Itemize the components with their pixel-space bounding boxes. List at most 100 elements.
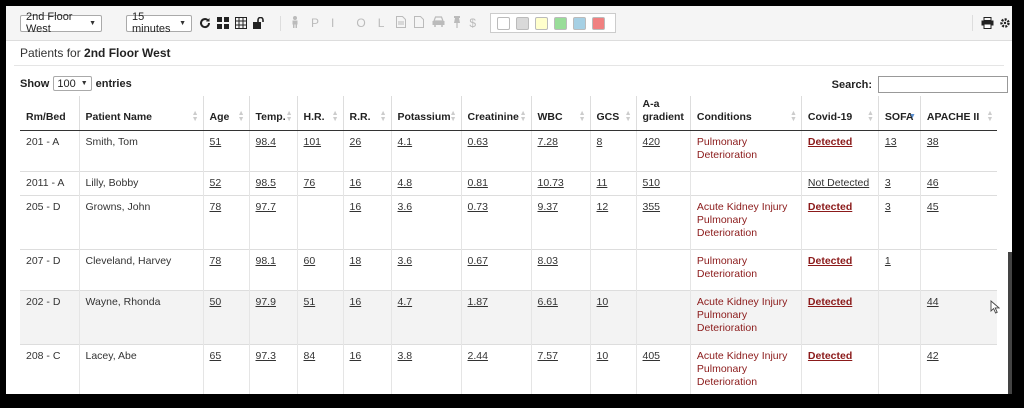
temp-cell[interactable]: 97.9 (248, 290, 297, 345)
column-header[interactable]: H.R. ▲ ▼ (296, 96, 343, 131)
wbc-cell[interactable]: 9.37 (530, 195, 590, 250)
hr-cell[interactable]: 60 (296, 249, 343, 291)
column-header[interactable]: GCS ▲ ▼ (589, 96, 636, 131)
age-cell[interactable]: 52 (202, 171, 249, 196)
hr-cell[interactable]: 51 (296, 290, 343, 345)
column-header[interactable]: Covid-19 ▲ ▼ (800, 96, 879, 131)
hr-cell[interactable]: 76 (296, 171, 343, 196)
table-row[interactable]: 207 - D Cleveland, Harvey 78 98.1 60 18 … (20, 249, 998, 291)
potassium-cell[interactable]: 3.6 (390, 195, 461, 250)
wbc-cell[interactable]: 7.28 (530, 130, 590, 172)
gcs-cell[interactable] (589, 249, 636, 291)
rr-cell[interactable]: 16 (342, 171, 391, 196)
filter-letter-o[interactable]: O (356, 16, 365, 30)
column-header[interactable]: R.R. ▲ ▼ (342, 96, 391, 131)
covid-cell[interactable]: Detected (800, 290, 879, 345)
patient-name-cell[interactable]: Cleveland, Harvey (78, 249, 203, 291)
patient-name-cell[interactable]: Lilly, Bobby (78, 171, 203, 196)
refresh-icon[interactable] (198, 15, 212, 31)
unit-select[interactable]: 2nd Floor West ▼ (20, 11, 102, 35)
sofa-cell[interactable]: 3 (877, 195, 921, 250)
covid-cell[interactable]: Detected (800, 249, 879, 291)
covid-cell[interactable]: Not Detected (800, 171, 879, 196)
unlock-icon[interactable] (252, 15, 266, 31)
dollar-icon[interactable]: $ (469, 16, 476, 30)
covid-cell[interactable]: Detected (800, 195, 879, 250)
column-header[interactable]: Temp. ▲ ▼ (248, 96, 297, 131)
column-header[interactable]: Conditions ▲ ▼ (689, 96, 802, 131)
table-icon[interactable] (234, 15, 248, 31)
color-swatch-white[interactable] (497, 16, 511, 30)
potassium-cell[interactable]: 4.7 (390, 290, 461, 345)
potassium-cell[interactable]: 4.1 (390, 130, 461, 172)
apache-cell[interactable]: 46 (919, 171, 998, 196)
potassium-cell[interactable]: 3.8 (390, 344, 461, 394)
grid-icon[interactable] (216, 15, 230, 31)
patient-name-cell[interactable]: Lacey, Abe (78, 344, 203, 394)
blank-document-icon[interactable] (414, 15, 425, 31)
filter-letter-i[interactable]: I (331, 16, 334, 30)
sofa-cell[interactable]: 1 (877, 249, 921, 291)
covid-cell[interactable]: Detected (800, 130, 879, 172)
column-header[interactable]: WBC ▲ ▼ (530, 96, 590, 131)
table-row[interactable]: 205 - D Growns, John 78 97.7 16 3.6 0.73… (20, 195, 998, 250)
gcs-cell[interactable]: 12 (589, 195, 636, 250)
creatinine-cell[interactable]: 2.44 (460, 344, 531, 394)
age-cell[interactable]: 50 (202, 290, 249, 345)
apache-cell[interactable]: 44 (919, 290, 998, 345)
table-row[interactable]: 2011 - A Lilly, Bobby 52 98.5 76 16 4.8 … (20, 171, 998, 196)
print-icon[interactable] (972, 15, 994, 31)
aa-gradient-cell[interactable] (635, 249, 691, 291)
color-swatch-green[interactable] (554, 16, 568, 30)
pin-icon[interactable] (453, 15, 461, 31)
aa-gradient-cell[interactable]: 510 (635, 171, 691, 196)
table-row[interactable]: 201 - A Smith, Tom 51 98.4 101 26 4.1 0.… (20, 130, 998, 172)
rr-cell[interactable]: 18 (342, 249, 391, 291)
table-row[interactable]: 202 - D Wayne, Rhonda 50 97.9 51 16 4.7 … (20, 290, 998, 345)
column-header[interactable]: A-a gradient (635, 96, 691, 131)
temp-cell[interactable]: 97.3 (248, 344, 297, 394)
potassium-cell[interactable]: 4.8 (390, 171, 461, 196)
patient-name-cell[interactable]: Wayne, Rhonda (78, 290, 203, 345)
color-swatch-gray[interactable] (516, 16, 530, 30)
temp-cell[interactable]: 98.5 (248, 171, 297, 196)
person-icon[interactable] (280, 15, 299, 31)
sofa-cell[interactable]: 13 (877, 130, 921, 172)
gcs-cell[interactable]: 8 (589, 130, 636, 172)
sofa-cell[interactable]: 3 (877, 171, 921, 196)
gcs-cell[interactable]: 10 (589, 344, 636, 394)
gear-icon[interactable] (998, 15, 1012, 31)
age-cell[interactable]: 78 (202, 195, 249, 250)
hr-cell[interactable]: 101 (296, 130, 343, 172)
age-cell[interactable]: 78 (202, 249, 249, 291)
rr-cell[interactable]: 26 (342, 130, 391, 172)
wbc-cell[interactable]: 6.61 (530, 290, 590, 345)
creatinine-cell[interactable]: 0.73 (460, 195, 531, 250)
rr-cell[interactable]: 16 (342, 195, 391, 250)
rr-cell[interactable]: 16 (342, 344, 391, 394)
temp-cell[interactable]: 98.1 (248, 249, 297, 291)
search-input[interactable] (878, 76, 1008, 93)
aa-gradient-cell[interactable]: 420 (635, 130, 691, 172)
creatinine-cell[interactable]: 1.87 (460, 290, 531, 345)
column-header[interactable]: APACHE II ▲ ▼ (919, 96, 998, 131)
rr-cell[interactable]: 16 (342, 290, 391, 345)
age-cell[interactable]: 65 (202, 344, 249, 394)
temp-cell[interactable]: 98.4 (248, 130, 297, 172)
gcs-cell[interactable]: 11 (589, 171, 636, 196)
apache-cell[interactable]: 38 (919, 130, 998, 172)
aa-gradient-cell[interactable]: 355 (635, 195, 691, 250)
aa-gradient-cell[interactable]: 405 (635, 344, 691, 394)
creatinine-cell[interactable]: 0.67 (460, 249, 531, 291)
sofa-cell[interactable] (877, 344, 921, 394)
patient-name-cell[interactable]: Growns, John (78, 195, 203, 250)
patient-name-cell[interactable]: Smith, Tom (78, 130, 203, 172)
car-icon[interactable] (432, 16, 445, 30)
page-size-select[interactable]: 100 ▼ (53, 76, 92, 91)
creatinine-cell[interactable]: 0.63 (460, 130, 531, 172)
table-row[interactable]: 208 - C Lacey, Abe 65 97.3 84 16 3.8 2.4… (20, 344, 998, 394)
vertical-scrollbar[interactable] (1008, 252, 1012, 394)
wbc-cell[interactable]: 7.57 (530, 344, 590, 394)
wbc-cell[interactable]: 8.03 (530, 249, 590, 291)
covid-cell[interactable]: Detected (800, 344, 879, 394)
